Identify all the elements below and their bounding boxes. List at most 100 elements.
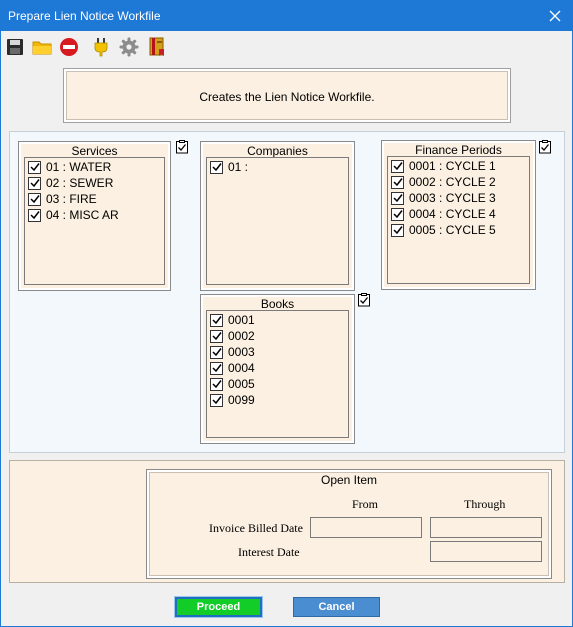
item-label: 04 : MISC AR [46,208,119,222]
item-label: 0001 : CYCLE 1 [409,159,496,173]
invoice-billed-through-field[interactable] [430,517,542,538]
check-icon [392,210,403,219]
checklist-icon [538,140,551,154]
list-item[interactable]: 0003 : CYCLE 3 [388,190,529,206]
check-icon [211,316,222,325]
item-label: 0002 : CYCLE 2 [409,175,496,189]
list-item[interactable]: 04 : MISC AR [25,207,164,223]
check-icon [392,226,403,235]
open-item-title: Open Item [320,473,378,487]
save-icon [7,39,23,55]
list-item[interactable]: 0005 : CYCLE 5 [388,222,529,238]
checklist-icon [357,293,370,307]
list-item[interactable]: 0002 : CYCLE 2 [388,174,529,190]
interest-date-through-field[interactable] [430,541,542,562]
save-button[interactable] [4,36,26,58]
services-title: Services [71,144,118,158]
list-item[interactable]: 01 : [207,159,348,175]
connect-button[interactable] [90,36,112,58]
item-label: 0005 : CYCLE 5 [409,223,496,237]
title-bar[interactable]: Prepare Lien Notice Workfile [1,1,572,31]
checkbox[interactable] [391,175,404,189]
checkbox[interactable] [391,223,404,237]
open-folder-icon [32,41,52,55]
services-list[interactable]: 01 : WATER 02 : SEWER 03 : FIRE 04 : MIS… [24,157,165,285]
book-button[interactable] [146,36,168,58]
checkbox[interactable] [210,377,223,391]
check-icon [29,195,40,204]
finance-periods-group: Finance Periods 0001 : CYCLE 1 0002 : CY… [381,140,536,290]
open-folder-button[interactable] [31,36,53,58]
window-title: Prepare Lien Notice Workfile [8,9,161,23]
description-text: Creates the Lien Notice Workfile. [199,90,375,104]
finance-periods-title: Finance Periods [415,143,502,157]
book-icon [149,37,164,56]
check-icon [29,163,40,172]
through-column-label: Through [464,497,506,511]
list-item[interactable]: 0004 : CYCLE 4 [388,206,529,222]
stop-icon [60,38,78,56]
services-select-all-button[interactable] [175,140,189,154]
list-item[interactable]: 0001 : CYCLE 1 [388,158,529,174]
finance-periods-select-all-button[interactable] [538,140,552,154]
dialog-window: Prepare Lien Notice Workfile Creates the… [0,0,573,627]
item-label: 01 : [228,160,249,174]
check-icon [29,211,40,220]
cancel-button[interactable]: Cancel [293,597,380,617]
checkbox[interactable] [210,313,223,327]
list-item[interactable]: 0004 [207,360,348,376]
close-button[interactable] [538,1,572,31]
check-icon [211,332,222,341]
list-item[interactable]: 0001 [207,312,348,328]
check-icon [392,162,403,171]
books-select-all-button[interactable] [357,293,371,307]
checkbox[interactable] [210,160,223,174]
item-label: 0002 [228,329,255,343]
checkbox[interactable] [391,159,404,173]
item-label: 0099 [228,393,255,407]
list-item[interactable]: 01 : WATER [25,159,164,175]
invoice-billed-from-field[interactable] [310,517,422,538]
check-icon [211,380,222,389]
plug-icon [94,38,108,57]
item-label: 01 : WATER [46,160,112,174]
item-label: 0004 [228,361,255,375]
finance-periods-list[interactable]: 0001 : CYCLE 1 0002 : CYCLE 2 0003 : CYC… [387,156,530,284]
checkbox[interactable] [210,361,223,375]
checkbox[interactable] [210,393,223,407]
checkbox[interactable] [28,176,41,190]
stop-button[interactable] [58,36,80,58]
item-label: 0005 [228,377,255,391]
list-item[interactable]: 03 : FIRE [25,191,164,207]
list-item[interactable]: 02 : SEWER [25,175,164,191]
from-column-label: From [352,497,379,511]
checkbox[interactable] [210,329,223,343]
gear-icon [119,37,139,57]
list-item[interactable]: 0003 [207,344,348,360]
checkbox[interactable] [391,191,404,205]
checkbox[interactable] [391,207,404,221]
item-label: 0004 : CYCLE 4 [409,207,496,221]
checkbox[interactable] [28,192,41,206]
books-group: Books 0001 0002 0003 0004 0005 0099 [200,294,355,444]
companies-list[interactable]: 01 : [206,157,349,285]
list-item[interactable]: 0005 [207,376,348,392]
check-icon [211,396,222,405]
checklist-icon [175,140,188,154]
check-icon [29,179,40,188]
books-list[interactable]: 0001 0002 0003 0004 0005 0099 [206,310,349,438]
item-label: 03 : FIRE [46,192,97,206]
check-icon [392,178,403,187]
settings-button[interactable] [118,36,140,58]
proceed-button[interactable]: Proceed [174,596,263,618]
list-item[interactable]: 0099 [207,392,348,408]
checkbox[interactable] [210,345,223,359]
item-label: 0003 [228,345,255,359]
toolbar [1,32,572,60]
check-icon [211,163,222,172]
checkbox[interactable] [28,208,41,222]
checkbox[interactable] [28,160,41,174]
list-item[interactable]: 0002 [207,328,348,344]
companies-group: Companies 01 : [200,141,355,291]
item-label: 0001 [228,313,255,327]
